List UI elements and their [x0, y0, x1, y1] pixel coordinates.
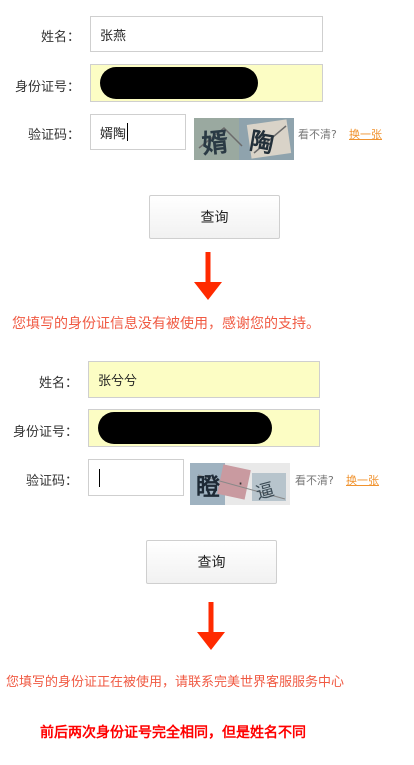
captcha-char: ·: [238, 474, 243, 493]
id-number-input[interactable]: [88, 409, 320, 447]
name-label: 姓名：: [40, 30, 80, 45]
captcha-label: 验证码：: [25, 474, 78, 489]
redaction-mark: [98, 412, 272, 444]
captcha-image: 婿 陶: [194, 118, 294, 160]
name-input[interactable]: 张兮兮: [88, 361, 320, 398]
hint-text: 看不清?: [298, 128, 337, 141]
text-caret: [99, 468, 100, 487]
id-number-label: 身份证号：: [14, 80, 80, 95]
captcha-input[interactable]: 婿陶: [90, 114, 186, 150]
name-input[interactable]: 张燕: [90, 16, 323, 52]
name-label: 姓名：: [38, 376, 78, 391]
name-input-value: 张燕: [100, 28, 127, 44]
captcha-char: 陶: [248, 127, 276, 159]
captcha-image: 瞪 · 逼: [190, 463, 290, 505]
result-message-1: 您填写的身份证信息没有被使用，感谢您的支持。: [12, 316, 320, 332]
name-input-value: 张兮兮: [98, 374, 138, 389]
id-number-input[interactable]: [90, 64, 323, 102]
text-caret: [127, 123, 129, 141]
redaction-mark: [100, 67, 258, 99]
captcha-char: 婿: [201, 128, 230, 160]
down-arrow-icon: [193, 252, 223, 302]
captcha-char: 瞪: [196, 473, 221, 501]
result-message-2: 您填写的身份证正在被使用，请联系完美世界客服服务中心: [6, 675, 345, 690]
captcha-input[interactable]: [88, 459, 184, 496]
query-button[interactable]: 查询: [146, 540, 277, 584]
hint-text: 看不清?: [295, 474, 334, 487]
captcha-input-value: 婿陶: [100, 126, 127, 142]
down-arrow-icon: [196, 602, 226, 652]
refresh-captcha-link[interactable]: 换一张: [349, 126, 382, 142]
query-button[interactable]: 查询: [149, 195, 280, 239]
footnote: 前后两次身份证号完全相同，但是姓名不同: [40, 725, 306, 741]
refresh-captcha-link[interactable]: 换一张: [346, 472, 379, 488]
captcha-label: 验证码：: [27, 128, 80, 143]
id-number-label: 身份证号：: [12, 425, 78, 440]
